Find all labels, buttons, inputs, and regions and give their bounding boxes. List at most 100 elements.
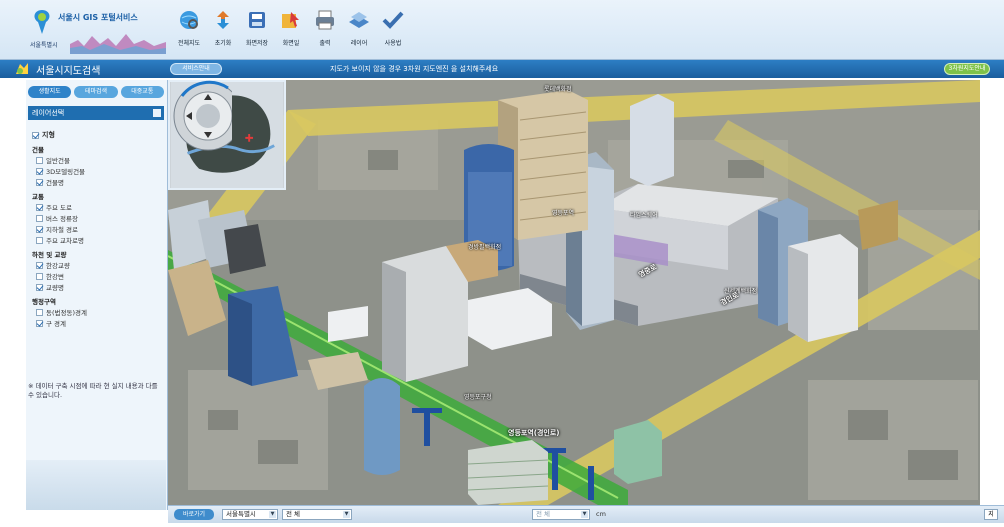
map-3d-view[interactable]: 롯데백화점 영등포역 타임스퀘어 경방필백화점 신세계백화점 영등포구청 영등포역(경인로)…	[168, 80, 980, 505]
building-label[interactable]: 영등포구청	[464, 392, 492, 401]
toolbar-button-layer[interactable]: 레이어	[344, 8, 374, 56]
print-icon	[316, 10, 334, 30]
logo-sub: 서울특별시	[30, 42, 58, 49]
layer-item[interactable]: 버스 정류장	[32, 213, 162, 223]
collapse-icon[interactable]	[152, 108, 162, 118]
gis-portal-app: 서울시 GIS 포털서비스 서울특별시 전체지도 초기화 화면저장 화면일 출력…	[0, 0, 1004, 527]
toolbar-button-pointer[interactable]: 화면일	[276, 8, 306, 56]
layer-checkbox[interactable]	[36, 283, 43, 291]
layer-checkbox[interactable]	[36, 214, 43, 222]
layer-group: 건물	[32, 144, 162, 154]
layer-checkbox[interactable]	[36, 203, 43, 211]
status-bar: 바로가기 서울특별시 ▼ 전 체 ▼ 전 체 ▼ cm 지	[168, 505, 1004, 523]
layer-label: 지형	[42, 131, 55, 139]
city-3d-scene	[168, 80, 980, 505]
layer-item[interactable]: 주요 교차로명	[32, 235, 162, 245]
layer-item[interactable]: 교량명	[32, 282, 162, 292]
layer-checkbox[interactable]	[36, 236, 43, 244]
road-label: 영등포역(경인로)	[508, 429, 560, 437]
layer-checkbox[interactable]	[36, 319, 43, 327]
tab-life-map[interactable]: 생활지도	[28, 86, 72, 98]
tab-theme-search[interactable]: 테마검색	[74, 86, 118, 98]
toolbar-button-reset[interactable]: 초기화	[208, 8, 238, 56]
layer-checkbox[interactable]	[36, 261, 43, 269]
layer-label: 일반건물	[46, 157, 70, 165]
dong-select[interactable]: 전 체 ▼	[532, 509, 590, 520]
layer-item[interactable]: 3D모델링건물	[32, 166, 162, 176]
building-label[interactable]: 롯데백화점	[544, 84, 572, 93]
tab-transit[interactable]: 대중교통	[120, 86, 164, 98]
save-screen-icon	[249, 12, 265, 28]
skyline-illustration	[70, 34, 166, 54]
layer-item[interactable]: 주요 도로	[32, 202, 162, 212]
layer-item[interactable]: 구 경계	[32, 318, 162, 328]
toolbar-button-save[interactable]: 화면저장	[242, 8, 272, 56]
layer-list: 지형건물 일반건물 3D모델링건물건물명교통주요 도로버스 정류장지하철 경로주요 …	[32, 130, 162, 329]
city-select[interactable]: 서울특별시 ▼	[222, 509, 278, 520]
building-label[interactable]: 영등포역	[552, 208, 574, 217]
logo[interactable]: 서울시 GIS 포털서비스 서울특별시	[30, 6, 170, 56]
layer-checkbox[interactable]	[32, 131, 39, 139]
layer-panel-header: 레이어선택	[28, 106, 164, 120]
layer-label: 주요 교차로명	[46, 237, 84, 245]
layer-label: 건물명	[46, 179, 64, 187]
toolbar-button-full-map[interactable]: 전체지도	[174, 8, 204, 56]
layer-label: 건물	[32, 146, 44, 154]
layer-label: 동(법정동)경계	[46, 309, 87, 317]
layer-label: 주요 도로	[46, 204, 72, 212]
layer-label: 3D모델링건물	[46, 168, 86, 176]
navigation-compass-control[interactable]	[168, 80, 232, 170]
toolbar: 전체지도 초기화 화면저장 화면일 출력 레이어 사용법	[174, 8, 408, 58]
sidebar: 생활지도 테마검색 대중교통 레이어선택 지형건물 일반건물 3D모델링건물건물명교…	[26, 80, 168, 510]
chevron-down-icon: ▼	[581, 511, 588, 518]
checkmark-icon	[382, 11, 404, 29]
header: 서울시 GIS 포털서비스 서울특별시 전체지도 초기화 화면저장 화면일 출력…	[0, 0, 1004, 60]
layer-label: 구 경계	[46, 320, 67, 328]
district-select[interactable]: 전 체 ▼	[282, 509, 352, 520]
layer-group: 교통	[32, 191, 162, 201]
layer-checkbox[interactable]	[36, 225, 43, 233]
pointer-icon	[282, 12, 299, 28]
layer-label: 지하철 경로	[46, 226, 78, 234]
building-label[interactable]: 타임스퀘어	[630, 210, 658, 219]
layer-item[interactable]: 일반건물	[32, 155, 162, 165]
map-guide-button[interactable]: 3차원지도안내	[944, 63, 990, 75]
layer-checkbox[interactable]	[36, 272, 43, 280]
building-label[interactable]: 경방필백화점	[468, 242, 501, 251]
layer-label: 한강변	[46, 273, 64, 281]
layer-checkbox[interactable]	[36, 178, 43, 186]
layer-checkbox[interactable]	[36, 308, 43, 316]
layer-icon	[349, 12, 369, 28]
page-title: 서울시지도검색	[36, 66, 101, 77]
chevron-down-icon: ▼	[343, 511, 350, 518]
layer-item[interactable]: 지하철 경로	[32, 224, 162, 234]
layer-checkbox[interactable]	[36, 167, 43, 175]
layer-checkbox[interactable]	[36, 156, 43, 164]
toolbar-button-help[interactable]: 사용법	[378, 8, 408, 56]
chevron-down-icon: ▼	[269, 511, 276, 518]
layer-item[interactable]: 건물명	[32, 177, 162, 187]
refresh-icon	[217, 11, 229, 29]
unit-label: cm	[596, 510, 606, 518]
layer-label: 교량명	[46, 284, 64, 292]
layer-group: 행정구역	[32, 296, 162, 306]
layer-label: 한강교량	[46, 262, 70, 270]
shortcut-button[interactable]: 바로가기	[174, 509, 214, 520]
globe-search-icon	[180, 11, 198, 29]
layer-item[interactable]: 한강교량	[32, 260, 162, 270]
layer-item[interactable]: 동(법정동)경계	[32, 307, 162, 317]
logo-title: 서울시 GIS 포털서비스	[58, 13, 138, 22]
sidebar-footer-illustration	[26, 460, 166, 510]
engine-notice: 지도가 보이지 않을 경우 3차원 지도엔진 을 설치해주세요	[330, 65, 499, 73]
map-search-icon	[16, 63, 28, 74]
service-info-button[interactable]: 서비스안내	[170, 63, 222, 75]
toolbar-button-print[interactable]: 출력	[310, 8, 340, 56]
layer-label: 행정구역	[32, 298, 56, 306]
layer-item[interactable]: 지형	[32, 130, 162, 140]
layer-label: 버스 정류장	[46, 215, 78, 223]
layer-label: 하천 및 교량	[32, 251, 67, 259]
title-bar: 서울시지도검색 서비스안내 지도가 보이지 않을 경우 3차원 지도엔진 을 설…	[0, 60, 1004, 78]
map-mode-toggle[interactable]: 지	[984, 509, 998, 520]
layer-item[interactable]: 한강변	[32, 271, 162, 281]
logo-mark-icon	[34, 10, 50, 34]
